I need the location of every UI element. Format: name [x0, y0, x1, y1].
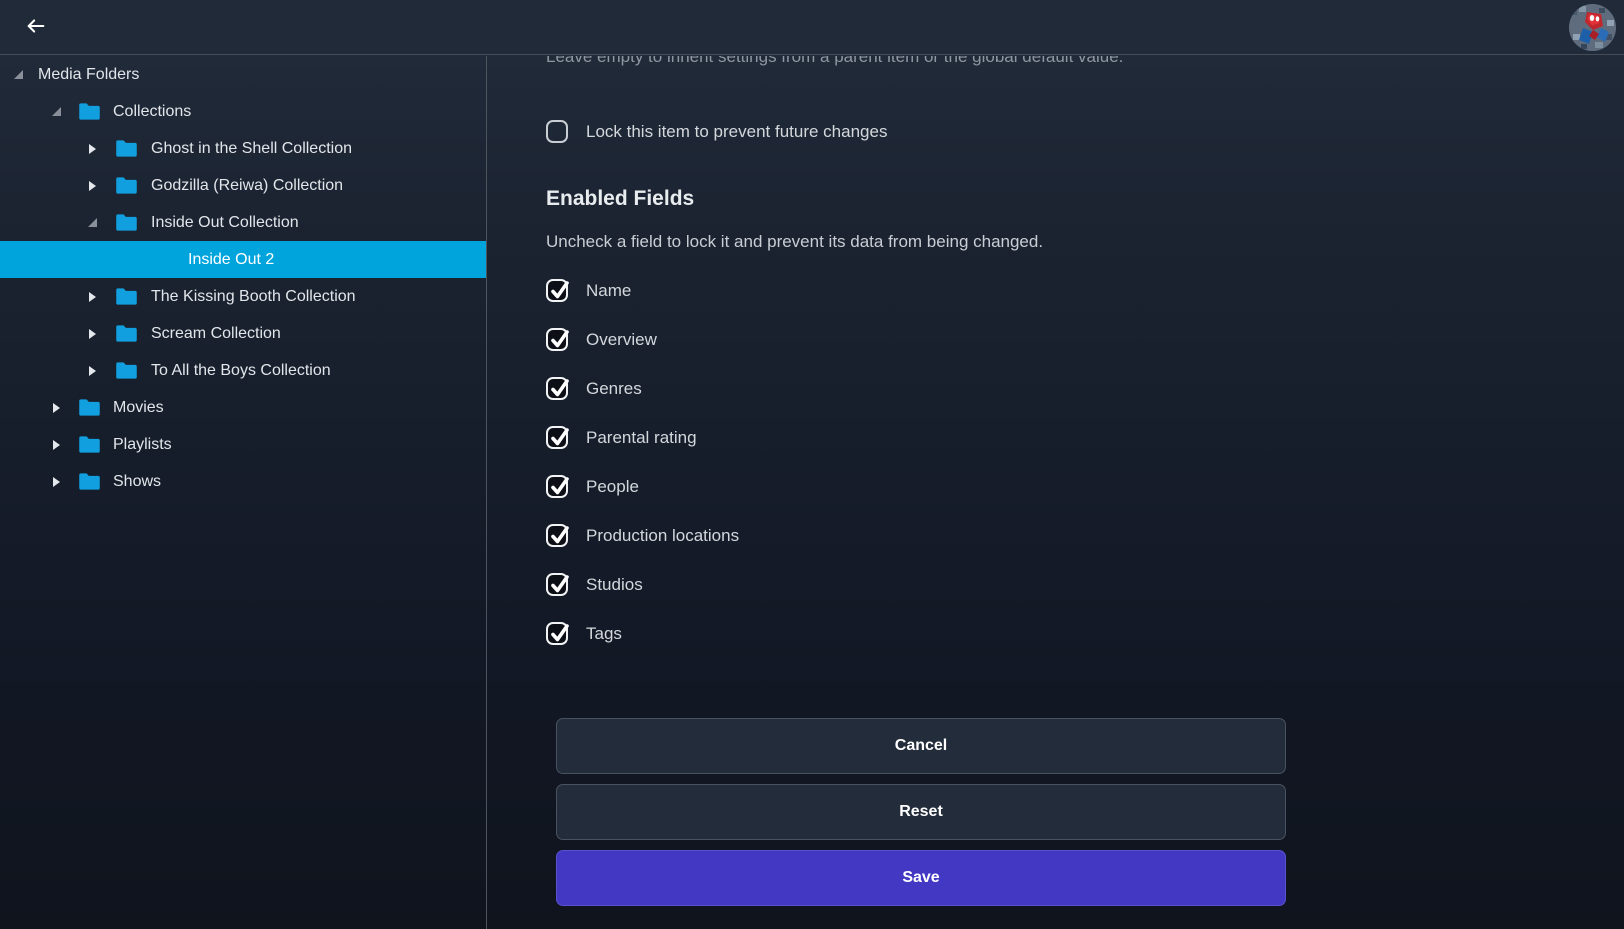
- folder-icon: [78, 398, 101, 417]
- field-checkbox[interactable]: [546, 475, 568, 498]
- lock-item-row[interactable]: Lock this item to prevent future changes: [546, 120, 1624, 143]
- top-bar: [0, 0, 1624, 55]
- reset-button[interactable]: Reset: [556, 784, 1286, 840]
- check-icon: [547, 277, 573, 305]
- caret-collapsed-icon[interactable]: [53, 403, 60, 413]
- caret-collapsed-icon[interactable]: [53, 477, 60, 487]
- tree-item-inside-out-collection[interactable]: Inside Out Collection: [0, 204, 486, 241]
- field-label: Studios: [586, 575, 643, 595]
- caret-expanded-icon[interactable]: [88, 218, 97, 227]
- caret-expanded-icon[interactable]: [14, 70, 23, 79]
- tree-item-label: Ghost in the Shell Collection: [151, 140, 352, 158]
- field-row-tags[interactable]: Tags: [546, 609, 1624, 658]
- field-row-parental-rating[interactable]: Parental rating: [546, 413, 1624, 462]
- tree-item-label: Media Folders: [38, 66, 139, 84]
- field-checkbox[interactable]: [546, 524, 568, 547]
- tree-item-the-kissing-booth-collection[interactable]: The Kissing Booth Collection: [0, 278, 486, 315]
- field-label: Overview: [586, 330, 657, 350]
- field-checkbox[interactable]: [546, 622, 568, 645]
- field-label: People: [586, 477, 639, 497]
- field-label: Name: [586, 281, 631, 301]
- check-icon: [547, 571, 573, 599]
- check-icon: [547, 522, 573, 550]
- field-row-production-locations[interactable]: Production locations: [546, 511, 1624, 560]
- enabled-fields-list: Name Overview Genres Parental rating Peo: [546, 266, 1624, 658]
- check-icon: [547, 375, 573, 403]
- tree-item-label: Playlists: [113, 436, 172, 454]
- check-icon: [547, 620, 573, 648]
- form-actions: Cancel Reset Save: [556, 718, 1286, 906]
- field-label: Parental rating: [586, 428, 697, 448]
- field-label: Genres: [586, 379, 642, 399]
- tree-item-label: To All the Boys Collection: [151, 362, 331, 380]
- inherit-settings-note: Leave empty to inherit settings from a p…: [546, 56, 1186, 67]
- field-checkbox[interactable]: [546, 426, 568, 449]
- folder-icon: [115, 361, 138, 380]
- avatar-image: [1569, 4, 1616, 51]
- caret-collapsed-icon[interactable]: [89, 366, 96, 376]
- tree-item-shows[interactable]: Shows: [0, 463, 486, 500]
- enabled-fields-title: Enabled Fields: [546, 187, 1624, 211]
- tree-item-label: Inside Out Collection: [151, 214, 299, 232]
- lock-item-label: Lock this item to prevent future changes: [586, 122, 887, 142]
- check-icon: [547, 326, 573, 354]
- caret-collapsed-icon[interactable]: [89, 144, 96, 154]
- field-checkbox[interactable]: [546, 328, 568, 351]
- edit-metadata-panel: Leave empty to inherit settings from a p…: [488, 56, 1624, 929]
- folder-icon: [78, 435, 101, 454]
- folder-icon: [78, 102, 101, 121]
- tree-item-media-folders[interactable]: Media Folders: [0, 56, 486, 93]
- tree-item-label: Shows: [113, 473, 161, 491]
- field-checkbox[interactable]: [546, 377, 568, 400]
- field-label: Tags: [586, 624, 622, 644]
- tree-item-label: Inside Out 2: [188, 251, 274, 269]
- tree-item-ghost-in-the-shell-collection[interactable]: Ghost in the Shell Collection: [0, 130, 486, 167]
- tree-item-label: The Kissing Booth Collection: [151, 288, 356, 306]
- tree-item-label: Scream Collection: [151, 325, 281, 343]
- tree-item-collections[interactable]: Collections: [0, 93, 486, 130]
- tree-item-movies[interactable]: Movies: [0, 389, 486, 426]
- user-avatar[interactable]: [1569, 4, 1616, 51]
- folder-icon: [115, 176, 138, 195]
- field-row-name[interactable]: Name: [546, 266, 1624, 315]
- caret-collapsed-icon[interactable]: [53, 440, 60, 450]
- field-label: Production locations: [586, 526, 739, 546]
- enabled-fields-description: Uncheck a field to lock it and prevent i…: [546, 232, 1624, 252]
- field-row-people[interactable]: People: [546, 462, 1624, 511]
- field-row-genres[interactable]: Genres: [546, 364, 1624, 413]
- field-row-overview[interactable]: Overview: [546, 315, 1624, 364]
- tree-item-label: Movies: [113, 399, 164, 417]
- tree-item-to-all-the-boys-collection[interactable]: To All the Boys Collection: [0, 352, 486, 389]
- folder-icon: [115, 139, 138, 158]
- folder-icon: [115, 287, 138, 306]
- tree-item-godzilla-reiwa-collection[interactable]: Godzilla (Reiwa) Collection: [0, 167, 486, 204]
- field-checkbox[interactable]: [546, 573, 568, 596]
- tree-item-label: Collections: [113, 103, 191, 121]
- check-icon: [547, 473, 573, 501]
- check-icon: [547, 424, 573, 452]
- tree-item-playlists[interactable]: Playlists: [0, 426, 486, 463]
- media-folders-tree: Media Folders Collections Ghost in the S…: [0, 56, 487, 929]
- caret-collapsed-icon[interactable]: [89, 292, 96, 302]
- back-button[interactable]: [14, 5, 58, 49]
- field-checkbox[interactable]: [546, 279, 568, 302]
- save-button[interactable]: Save: [556, 850, 1286, 906]
- tree-item-inside-out-2[interactable]: Inside Out 2: [0, 241, 486, 278]
- folder-icon: [78, 472, 101, 491]
- folder-icon: [115, 213, 138, 232]
- folder-icon: [115, 324, 138, 343]
- arrow-left-icon: [25, 15, 47, 40]
- caret-expanded-icon[interactable]: [52, 107, 61, 116]
- field-row-studios[interactable]: Studios: [546, 560, 1624, 609]
- caret-collapsed-icon[interactable]: [89, 181, 96, 191]
- tree-item-scream-collection[interactable]: Scream Collection: [0, 315, 486, 352]
- cancel-button[interactable]: Cancel: [556, 718, 1286, 774]
- tree-item-label: Godzilla (Reiwa) Collection: [151, 177, 343, 195]
- lock-item-checkbox[interactable]: [546, 120, 568, 143]
- caret-collapsed-icon[interactable]: [89, 329, 96, 339]
